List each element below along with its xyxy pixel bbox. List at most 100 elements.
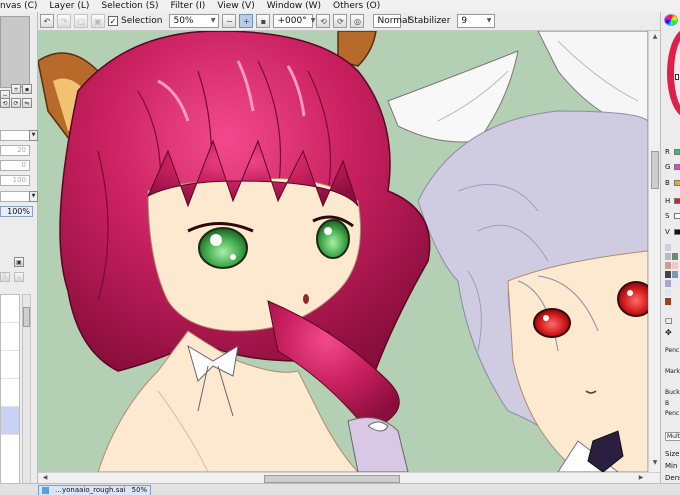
channel-h-label: H (665, 197, 671, 205)
scroll-down-icon[interactable]: ▼ (650, 459, 660, 469)
channel-b-swatch[interactable] (674, 180, 680, 186)
channel-h-swatch[interactable] (674, 198, 680, 204)
layer-opacity-field[interactable]: 100% (0, 206, 33, 217)
value-field-3[interactable]: 100 (0, 175, 30, 186)
selection-checkbox[interactable]: ✓ (108, 16, 118, 26)
menu-canvas[interactable]: nvas (C) (0, 0, 43, 12)
check-icon: ✓ (109, 16, 117, 26)
palette-swatch[interactable] (665, 244, 671, 251)
layer-row[interactable] (1, 323, 19, 351)
merge-icon: ⇣ (16, 273, 22, 281)
rotation-select[interactable]: +000° ▼ (273, 14, 315, 28)
palette-swatch[interactable] (665, 253, 671, 260)
palette-swatch[interactable] (672, 271, 678, 278)
zoom-reset-button[interactable]: ▪ (256, 14, 271, 28)
canvas-vertical-scrollbar[interactable]: ▲ ▼ (648, 31, 660, 472)
tool-b[interactable]: B (665, 400, 669, 407)
nav-reset-button[interactable]: ▪ (22, 84, 32, 94)
color-wheel-tab[interactable] (664, 14, 678, 26)
layer-copy-button[interactable]: ⎘ (0, 272, 10, 282)
paint-tool-sai-window: nvas (C) Layer (L) Selection (S) Filter … (0, 0, 680, 495)
size-label: Size (665, 450, 680, 458)
tool-pencil[interactable]: Penc (665, 347, 679, 354)
value-field-2[interactable]: 0 (0, 160, 30, 171)
scroll-up-icon[interactable]: ▲ (650, 33, 660, 43)
layer-list-scrollbar[interactable] (22, 294, 31, 484)
channel-s-label: S (665, 212, 670, 220)
palette-swatch[interactable] (665, 289, 671, 296)
palette-swatch[interactable] (672, 253, 678, 260)
redo-button[interactable]: ↷ (57, 14, 71, 28)
new-layer-icon: ▣ (16, 258, 22, 266)
palette-swatch[interactable] (665, 280, 671, 287)
zoom-in-icon: + (13, 85, 19, 93)
document-tab[interactable]: …yonaaio_rough.sai 50% (38, 485, 152, 495)
select-tool-icon[interactable]: ▢ (665, 316, 673, 325)
zoom-out-button[interactable]: − (222, 14, 237, 28)
palette-swatch[interactable] (672, 262, 678, 269)
scrollbar-thumb[interactable] (23, 307, 30, 327)
palette-swatch[interactable] (665, 298, 671, 305)
brush-mode-select[interactable]: Multi (665, 432, 680, 441)
scrollbar-thumb[interactable] (651, 151, 659, 189)
layer-new-button[interactable]: ▣ (14, 257, 24, 267)
layer-list (0, 294, 20, 484)
reset-icon: ▪ (24, 85, 30, 93)
menu-others[interactable]: Others (O) (327, 0, 386, 12)
channel-v-swatch[interactable] (674, 229, 680, 235)
palette-swatch[interactable] (665, 271, 671, 278)
menu-window[interactable]: Window (W) (261, 0, 327, 12)
hsv-select[interactable]: ▼ (0, 130, 38, 141)
redo-icon: ↷ (60, 16, 68, 26)
layer-row-active[interactable] (1, 407, 19, 435)
nav-flip-button[interactable]: ⇋ (22, 98, 32, 108)
drawing-canvas[interactable] (38, 31, 648, 472)
blend-mode-value: Normal (377, 16, 411, 26)
palette-swatch[interactable] (665, 262, 671, 269)
right-panel: R G B H S V ▢ ✥ Penc Mark Buck B Penc Mu… (660, 12, 680, 483)
menu-filter[interactable]: Filter (I) (164, 0, 211, 12)
deselect-icon: □ (77, 16, 85, 26)
rotation-value: +000° (277, 16, 307, 26)
stabilizer-label: Stabilizer (408, 16, 451, 26)
layer-mode-select[interactable]: ▼ (0, 191, 38, 202)
blend-mode-select[interactable]: Normal (373, 14, 410, 28)
palette-swatch[interactable] (672, 244, 678, 251)
value-field-1[interactable]: 20 (0, 145, 30, 156)
nav-rotate-right-button[interactable]: ⟳ (11, 98, 21, 108)
tool-marker[interactable]: Mark (665, 368, 680, 375)
deselect-button[interactable]: □ (74, 14, 88, 28)
menu-selection[interactable]: Selection (S) (95, 0, 164, 12)
undo-icon: ↶ (43, 16, 51, 26)
menu-view[interactable]: View (V) (211, 0, 260, 12)
rotate-right-button[interactable]: ⟳ (333, 14, 348, 28)
navigator-thumbnail[interactable] (0, 16, 30, 88)
left-panel: − + ▪ ⟲ ⟳ ⇋ ▼ 20 0 100 ▼ 100% ▣ ⎘ ⇣ (0, 12, 38, 484)
tool-pencil-2[interactable]: Penc (665, 410, 679, 417)
invert-selection-button[interactable]: ▣ (91, 14, 105, 28)
layer-row[interactable] (1, 351, 19, 379)
nav-rotate-left-button[interactable]: ⟲ (0, 98, 10, 108)
zoom-select[interactable]: 50% ▼ (169, 14, 220, 28)
channel-r-swatch[interactable] (674, 149, 680, 155)
channel-s-swatch[interactable] (674, 213, 680, 219)
rotate-reset-button[interactable]: ◎ (350, 14, 365, 28)
tool-bucket[interactable]: Buck (665, 389, 680, 396)
channel-b-label: B (665, 179, 670, 187)
move-tool-icon[interactable]: ✥ (665, 328, 672, 337)
channel-g-swatch[interactable] (674, 164, 680, 170)
stabilizer-select[interactable]: 9 ▼ (457, 14, 496, 28)
color-wheel-marker[interactable] (675, 74, 679, 80)
layer-row[interactable] (1, 295, 19, 323)
rotate-left-button[interactable]: ⟲ (316, 14, 331, 28)
menu-layer[interactable]: Layer (L) (43, 0, 95, 12)
undo-button[interactable]: ↶ (40, 14, 54, 28)
color-wheel[interactable] (667, 28, 680, 118)
zoom-in-button[interactable]: + (239, 14, 254, 28)
nav-zoom-in-button[interactable]: + (11, 84, 21, 94)
palette-swatch[interactable] (672, 280, 678, 287)
layer-merge-button[interactable]: ⇣ (14, 272, 24, 282)
invert-selection-icon: ▣ (94, 16, 102, 26)
layer-row[interactable] (1, 379, 19, 407)
scrollbar-thumb[interactable] (264, 475, 400, 483)
